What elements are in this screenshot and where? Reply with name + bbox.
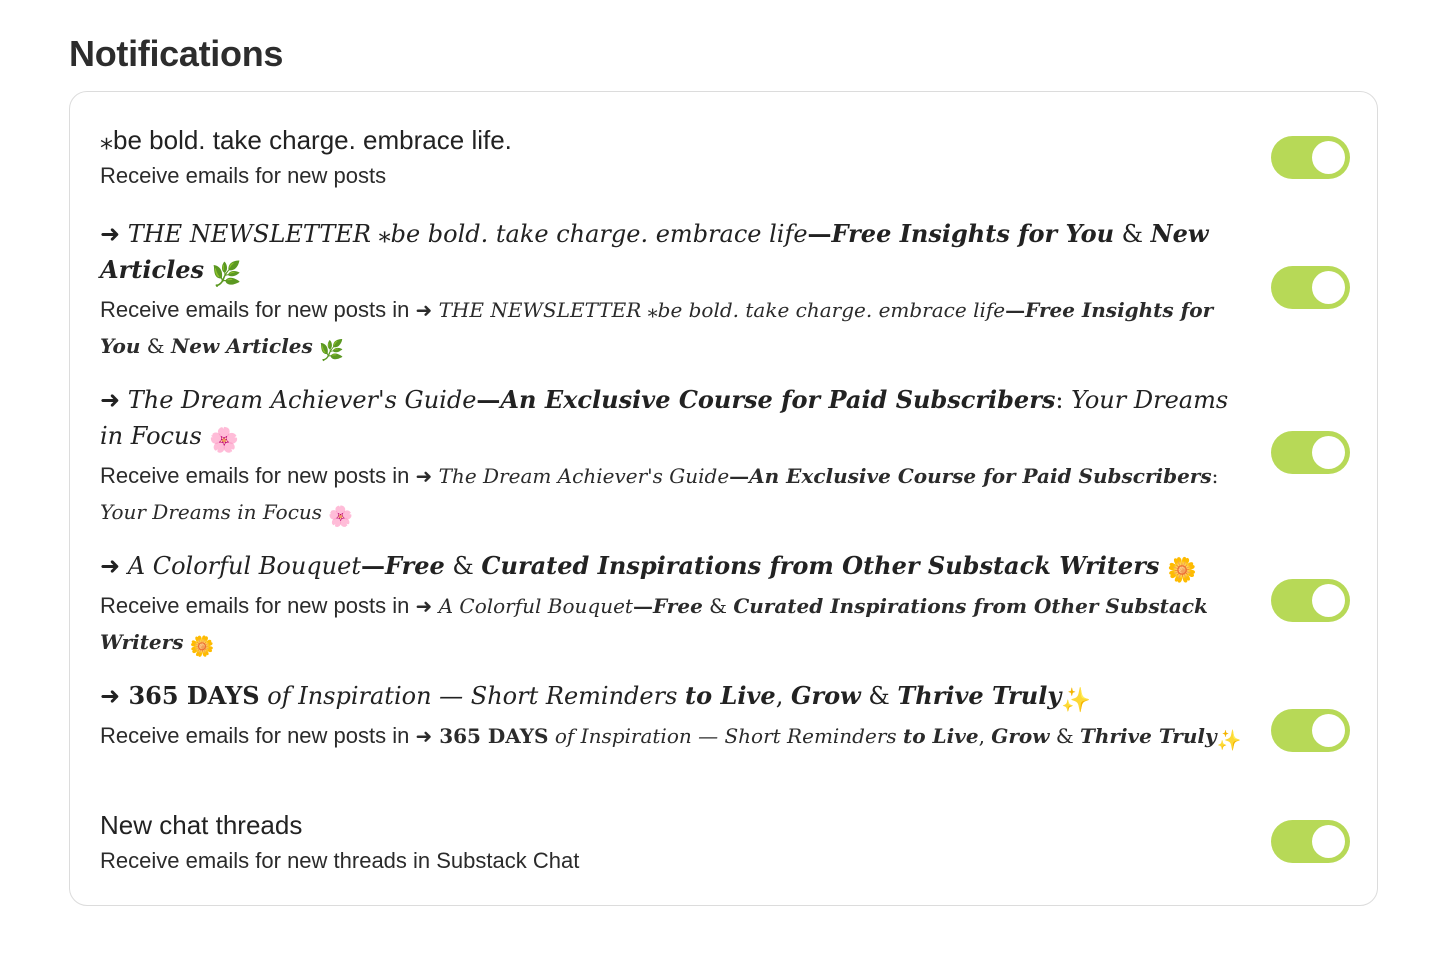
row-title: ➜ The Dream Achiever's Guide—An Exclusiv…: [100, 382, 1258, 458]
toggle-main-publication[interactable]: [1271, 136, 1350, 179]
notification-row-365-days: ➜ 365 DAYS of Inspiration — Short Remind…: [100, 678, 1258, 758]
row-subtitle: Receive emails for new posts in ➜ A Colo…: [100, 588, 1258, 664]
toggle-newsletter[interactable]: [1271, 266, 1350, 309]
row-title: ➜ A Colorful Bouquet—Free & Curated Insp…: [100, 548, 1258, 588]
notification-row-main-publication: ⁎be bold. take charge. embrace life. Rec…: [100, 122, 1258, 194]
notification-row-chat-threads: New chat threads Receive emails for new …: [100, 807, 1258, 879]
row-title: ➜ THE NEWSLETTER ⁎be bold. take charge. …: [100, 216, 1258, 292]
arrow-icon: ➜: [100, 552, 121, 580]
notification-row-dream-achievers-guide: ➜ The Dream Achiever's Guide—An Exclusiv…: [100, 382, 1258, 534]
notifications-card: ⁎be bold. take charge. embrace life. Rec…: [69, 91, 1378, 906]
arrow-icon: ➜: [415, 724, 433, 748]
toggle-knob: [1312, 825, 1345, 858]
row-title: ➜ 365 DAYS of Inspiration — Short Remind…: [100, 678, 1258, 718]
notification-row-newsletter: ➜ THE NEWSLETTER ⁎be bold. take charge. …: [100, 216, 1258, 368]
arrow-icon: ➜: [415, 464, 433, 488]
toggle-knob: [1312, 271, 1345, 304]
row-subtitle: Receive emails for new posts in ➜ The Dr…: [100, 458, 1258, 534]
sunflower-icon: 🌼: [189, 634, 215, 658]
row-subtitle: Receive emails for new posts: [100, 163, 387, 188]
sunflower-icon: 🌼: [1167, 556, 1197, 584]
row-subtitle: Receive emails for new threads in Substa…: [100, 848, 580, 873]
arrow-icon: ➜: [415, 298, 433, 322]
toggle-colorful-bouquet[interactable]: [1271, 579, 1350, 622]
arrow-icon: ➜: [100, 682, 121, 710]
toggle-dream-achievers-guide[interactable]: [1271, 431, 1350, 474]
toggle-knob: [1312, 436, 1345, 469]
toggle-chat-threads[interactable]: [1271, 820, 1350, 863]
herb-icon: 🌿: [319, 338, 345, 362]
toggle-knob: [1312, 714, 1345, 747]
notifications-page: Notifications ⁎be bold. take charge. emb…: [0, 0, 1456, 953]
toggle-365-days[interactable]: [1271, 709, 1350, 752]
row-title: New chat threads: [100, 810, 303, 840]
next-section-heading-cutoff: [69, 942, 289, 953]
notification-row-colorful-bouquet: ➜ A Colorful Bouquet—Free & Curated Insp…: [100, 548, 1258, 664]
toggle-knob: [1312, 584, 1345, 617]
cherry-blossom-icon: 🌸: [328, 504, 354, 528]
row-subtitle: Receive emails for new posts in ➜ THE NE…: [100, 292, 1258, 368]
arrow-icon: ➜: [100, 386, 121, 414]
toggle-knob: [1312, 141, 1345, 174]
herb-icon: 🌿: [211, 260, 242, 288]
row-title: ⁎be bold. take charge. embrace life.: [100, 125, 512, 155]
arrow-icon: ➜: [415, 594, 433, 618]
sparkles-icon: ✨: [1061, 686, 1092, 714]
arrow-icon: ➜: [100, 220, 121, 248]
sparkles-icon: ✨: [1216, 728, 1242, 752]
cherry-blossom-icon: 🌸: [209, 426, 240, 454]
row-subtitle: Receive emails for new posts in ➜ 365 DA…: [100, 718, 1258, 758]
section-title: Notifications: [69, 33, 284, 74]
